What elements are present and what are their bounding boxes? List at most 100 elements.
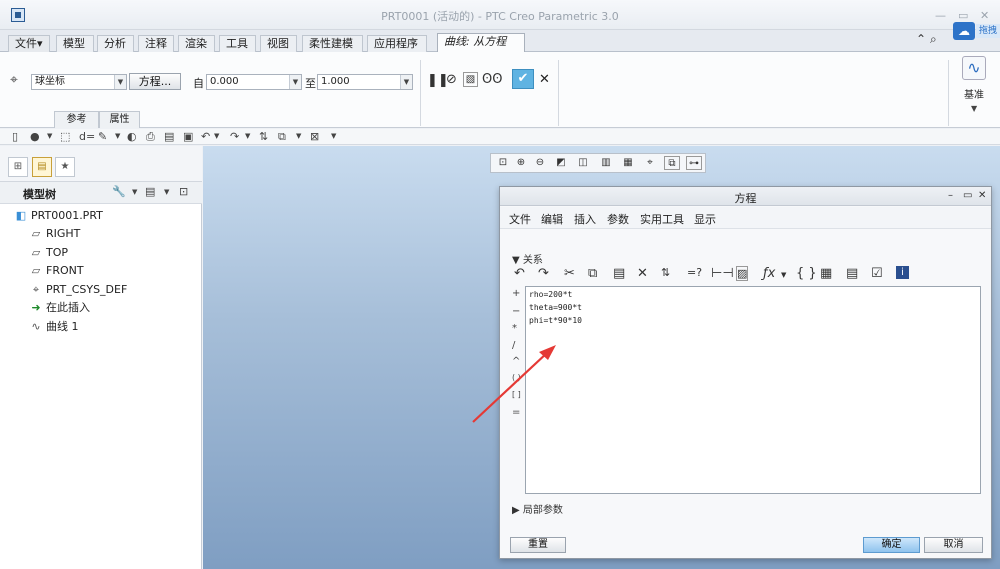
- window-icon[interactable]: ⧉: [278, 130, 286, 144]
- pen-icon[interactable]: ✎: [98, 130, 107, 143]
- relations-section[interactable]: ▼ 关系: [512, 251, 543, 266]
- open-icon[interactable]: ▤: [164, 130, 174, 143]
- operator-plus[interactable]: +: [512, 288, 520, 299]
- delete-icon[interactable]: ✕: [637, 266, 648, 281]
- refit-icon[interactable]: ⊡: [495, 156, 511, 170]
- verify-icon[interactable]: ▨: [736, 266, 749, 281]
- tools-icon[interactable]: 🔧: [112, 185, 126, 198]
- tab-model[interactable]: 模型: [56, 35, 94, 52]
- operator-equals[interactable]: =: [512, 407, 520, 418]
- operator-minus[interactable]: −: [512, 306, 520, 317]
- tab-file[interactable]: 文件▾: [8, 35, 50, 52]
- tree-item-curve[interactable]: ∿ 曲线 1: [0, 318, 202, 336]
- coordinate-system-icon[interactable]: ⌖: [10, 72, 18, 88]
- tab-annotate[interactable]: 注释: [138, 35, 174, 52]
- maximize-icon[interactable]: ▭: [958, 9, 968, 22]
- function-icon[interactable]: ƒx: [763, 266, 775, 281]
- chevron-down-icon[interactable]: ▼: [214, 132, 219, 140]
- dimension-icon[interactable]: d=: [79, 130, 95, 143]
- operator-power[interactable]: ^: [512, 356, 520, 367]
- tree-item-insert-here[interactable]: ➜ 在此插入: [0, 299, 202, 317]
- menu-file[interactable]: 文件: [509, 211, 531, 227]
- zoom-in-icon[interactable]: ⊕: [513, 156, 529, 170]
- chevron-down-icon[interactable]: ▼: [971, 104, 977, 113]
- reset-button[interactable]: 重置: [510, 537, 566, 553]
- cancel-x-icon[interactable]: ✕: [539, 72, 550, 87]
- operator-multiply[interactable]: *: [512, 323, 517, 334]
- to-value-input[interactable]: 1.000 ▼: [317, 74, 413, 90]
- chevron-down-icon[interactable]: ▼: [114, 75, 126, 89]
- minimize-icon[interactable]: —: [935, 9, 946, 22]
- repaint-icon[interactable]: ◩: [553, 156, 569, 170]
- info-icon[interactable]: i: [896, 266, 909, 279]
- collapse-ribbon-icon[interactable]: ⌃: [916, 32, 926, 46]
- measure-icon[interactable]: ⊢⊣: [711, 266, 734, 281]
- chevron-down-icon[interactable]: ▼: [164, 188, 169, 196]
- saved-views-icon[interactable]: ▥: [598, 156, 614, 170]
- sort-relations-icon[interactable]: ⇅: [661, 266, 670, 279]
- settings-icon[interactable]: ▤: [145, 185, 155, 198]
- chevron-down-icon[interactable]: ▼: [132, 188, 137, 196]
- local-params-section[interactable]: ▶ 局部参数: [512, 501, 563, 516]
- equation-button[interactable]: 方程...: [129, 73, 181, 90]
- datum-display-icon[interactable]: ⌖: [642, 156, 658, 170]
- menu-display[interactable]: 显示: [694, 211, 716, 227]
- datum-curve-icon[interactable]: ∿: [962, 56, 986, 80]
- operator-brackets[interactable]: [ ]: [512, 390, 521, 399]
- save-icon[interactable]: ▣: [183, 130, 193, 143]
- close-icon[interactable]: ✕: [978, 190, 986, 201]
- operator-divide[interactable]: /: [512, 340, 515, 351]
- csys-type-select[interactable]: 球坐标 ▼: [31, 74, 127, 90]
- menu-parameters[interactable]: 参数: [607, 211, 629, 227]
- ok-button[interactable]: 确定: [863, 537, 920, 553]
- menu-utilities[interactable]: 实用工具: [640, 211, 684, 227]
- chevron-down-icon[interactable]: ▼: [781, 271, 786, 279]
- redo-icon[interactable]: ↷: [230, 130, 239, 143]
- operator-parentheses[interactable]: ( ): [512, 373, 521, 382]
- tab-analysis[interactable]: 分析: [97, 35, 134, 52]
- tab-render[interactable]: 渲染: [178, 35, 215, 52]
- close-icon[interactable]: ✕: [980, 9, 989, 22]
- chevron-down-icon[interactable]: ▼: [115, 132, 120, 140]
- units-icon[interactable]: ▤: [846, 266, 858, 281]
- undo-icon[interactable]: ↶: [514, 266, 525, 281]
- table-icon[interactable]: ▦: [820, 266, 832, 281]
- brackets-icon[interactable]: { }: [796, 266, 817, 281]
- cancel-button[interactable]: 取消: [924, 537, 983, 553]
- sphere-icon[interactable]: ●: [30, 130, 40, 143]
- from-value-input[interactable]: 0.000 ▼: [206, 74, 302, 90]
- check-icon[interactable]: ☑: [871, 266, 883, 281]
- annotation-display-icon[interactable]: ⧉: [664, 156, 680, 170]
- equation-line[interactable]: phi=t*90*10: [529, 316, 582, 325]
- tree-item-right[interactable]: ▱ RIGHT: [0, 225, 202, 243]
- chevron-down-icon[interactable]: ▼: [296, 132, 301, 140]
- box-icon[interactable]: ⬚: [60, 130, 70, 143]
- tab-favorites[interactable]: ★: [55, 157, 75, 177]
- redo-icon[interactable]: ↷: [538, 266, 549, 281]
- tab-curve-from-equation[interactable]: 曲线: 从方程: [437, 33, 525, 53]
- copy-icon[interactable]: ⧉: [588, 266, 597, 281]
- view-manager-icon[interactable]: ▦: [620, 156, 636, 170]
- tree-item-front[interactable]: ▱ FRONT: [0, 262, 202, 280]
- search-icon[interactable]: ⌕: [930, 32, 937, 47]
- equation-line[interactable]: theta=900*t: [529, 303, 582, 312]
- cloud-icon[interactable]: ☁: [953, 22, 975, 40]
- close-window-icon[interactable]: ⊠: [310, 130, 319, 143]
- confirm-check-icon[interactable]: ✔: [512, 69, 534, 89]
- customize-toolbar-icon[interactable]: ▼: [331, 132, 336, 140]
- tab-folder-browser[interactable]: ▤: [32, 157, 52, 177]
- filter-icon[interactable]: ⊡: [179, 185, 188, 198]
- no-preview-icon[interactable]: ⊘: [446, 72, 457, 87]
- tree-item-part[interactable]: ◧ PRT0001.PRT: [0, 207, 202, 225]
- evaluate-icon[interactable]: =?: [687, 266, 702, 279]
- paste-icon[interactable]: ▤: [613, 266, 625, 281]
- menu-edit[interactable]: 编辑: [541, 211, 563, 227]
- spin-center-icon[interactable]: ⊶: [686, 156, 702, 170]
- tab-properties[interactable]: 属性: [99, 111, 140, 128]
- tree-item-top[interactable]: ▱ TOP: [0, 244, 202, 262]
- tab-tools[interactable]: 工具: [219, 35, 256, 52]
- equation-editor[interactable]: rho=200*t theta=900*t phi=t*90*10: [525, 286, 981, 494]
- equation-line[interactable]: rho=200*t: [529, 290, 572, 299]
- menu-insert[interactable]: 插入: [574, 211, 596, 227]
- tab-view[interactable]: 视图: [260, 35, 297, 52]
